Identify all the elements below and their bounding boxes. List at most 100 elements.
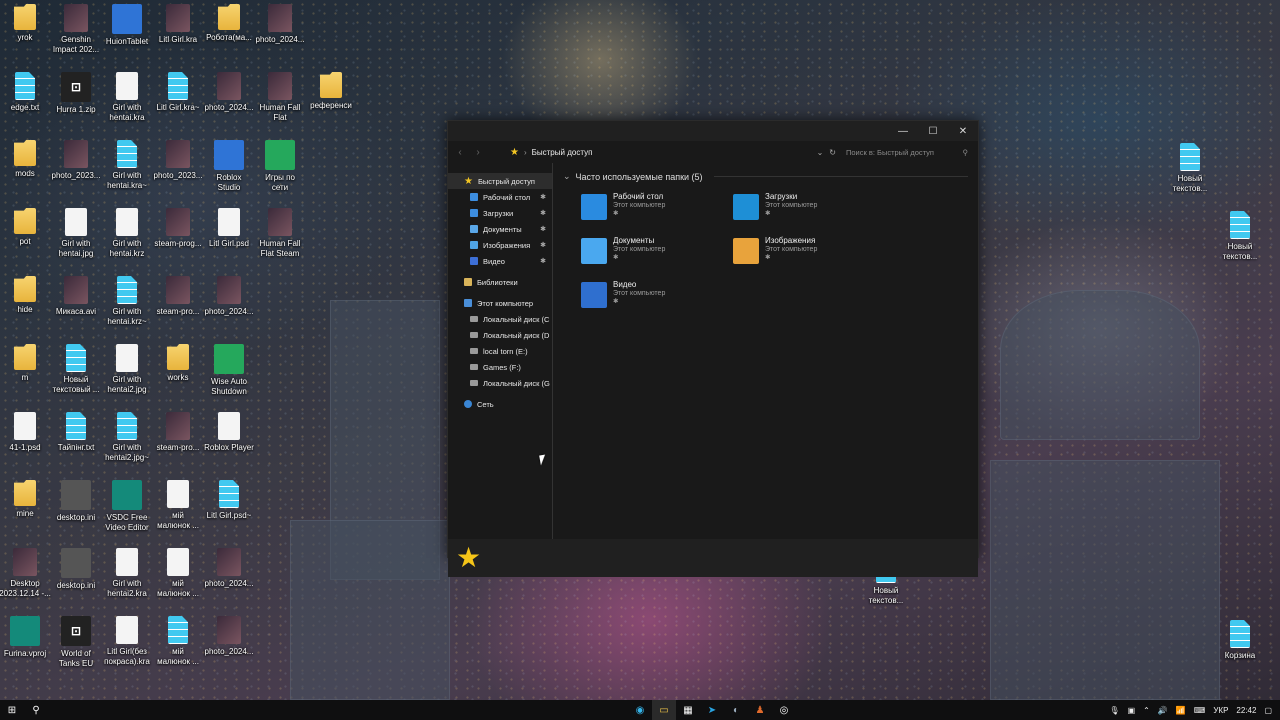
desktop-icon-label: Новый текстов... (868, 586, 904, 605)
file-explorer-window[interactable]: — ☐ ✕ ‹ › ★ › Быстрый доступ ⌄ ↻ Поиск в… (447, 120, 979, 577)
clock[interactable]: 22:42 (1236, 706, 1256, 715)
nav-pinned-item[interactable]: Изображения ✱ (448, 237, 552, 253)
app-icon[interactable]: ♟ (748, 700, 772, 720)
language-indicator[interactable]: УКР (1213, 706, 1228, 715)
close-button[interactable]: ✕ (948, 121, 978, 141)
folder-tile[interactable]: Рабочий стол Этот компьютер ✱ (581, 192, 733, 228)
nav-drive-item[interactable]: Локальный диск (C (448, 311, 552, 327)
desktop-icon-label: Girl with hentai.jpg (58, 239, 94, 258)
nav-drive-item[interactable]: Локальный диск (G (448, 375, 552, 391)
desktop-icon[interactable]: photo_2024... (199, 276, 259, 317)
nav-network[interactable]: Сеть (448, 396, 552, 412)
pin-icon[interactable]: ✱ (540, 241, 546, 249)
folder-icon (733, 194, 759, 220)
desktop-icon[interactable]: Новый текстов... (1210, 211, 1270, 262)
pic-file-icon (268, 208, 292, 236)
desktop-icon[interactable]: референси (301, 72, 361, 111)
start-button-windows-icon[interactable]: ⊞ (0, 700, 24, 720)
nav-label: Сеть (477, 399, 494, 409)
pin-icon[interactable]: ✱ (540, 257, 546, 265)
nav-libraries[interactable]: Библиотеки (448, 274, 552, 290)
wallpaper-building (990, 460, 1220, 700)
obs-icon[interactable]: ◎ (772, 700, 796, 720)
dark-file-icon: ⊡ (61, 72, 91, 102)
nav-pinned-item[interactable]: Документы ✱ (448, 221, 552, 237)
notifications-icon[interactable]: ▢ (1264, 706, 1272, 715)
desktop-icon[interactable]: photo_2024... (250, 4, 310, 45)
desktop-icon[interactable]: Wise Auto Shutdown (199, 344, 259, 397)
folder-tile[interactable]: Загрузки Этот компьютер ✱ (733, 192, 885, 228)
nav-this-pc[interactable]: Этот компьютер (448, 295, 552, 311)
folder-icon (470, 209, 478, 217)
file-explorer-icon[interactable]: ▭ (652, 700, 676, 720)
desktop-icon[interactable]: Новый текстов... (1160, 143, 1220, 194)
wallpaper-building (1000, 290, 1200, 440)
nav-pinned-item[interactable]: Загрузки ✱ (448, 205, 552, 221)
folder-tile[interactable]: Документы Этот компьютер ✱ (581, 236, 733, 272)
pic-file-icon (166, 276, 190, 304)
edge-icon[interactable]: ◉ (628, 700, 652, 720)
folder-name: Документы (613, 236, 655, 245)
desktop-icon[interactable]: Human Fall Flat Steam (250, 208, 310, 259)
search-icon[interactable]: ⚲ (24, 700, 48, 720)
maximize-button[interactable]: ☐ (918, 121, 948, 141)
desktop-icon-label: mods (15, 169, 35, 178)
keyboard-icon[interactable]: ⌨ (1194, 706, 1206, 715)
nav-drive-item[interactable]: Games (F:) (448, 359, 552, 375)
desktop-icon-label: Desktop 2023.12.14 -... (0, 579, 51, 598)
desktop-icon-label: mine (16, 509, 34, 518)
nav-pinned-item[interactable]: Видео ✱ (448, 253, 552, 269)
folder-icon (470, 257, 478, 265)
drive-icon (470, 316, 478, 322)
white-file-icon (218, 412, 240, 440)
tray-icon[interactable]: ▣ (1128, 706, 1136, 715)
title-bar[interactable]: — ☐ ✕ (448, 121, 978, 141)
minimize-button[interactable]: — (888, 121, 918, 141)
folder-location: Этот компьютер (613, 202, 666, 209)
white-file-icon (116, 208, 138, 236)
pic-file-icon (64, 140, 88, 168)
desktop-icon[interactable]: Litl Girl.psd~ (199, 480, 259, 521)
nav-drive-item[interactable]: Локальный диск (D (448, 327, 552, 343)
desktop-icon[interactable]: Игры по сети (250, 140, 310, 193)
desktop-icon[interactable]: photo_2024... (199, 616, 259, 657)
desktop-icon-label: Human Fall Flat Steam (259, 239, 301, 258)
nav-quick-access[interactable]: ★ Быстрый доступ (448, 173, 552, 189)
pin-icon[interactable]: ✱ (540, 193, 546, 201)
desktop-icon[interactable]: Roblox Player (199, 412, 259, 453)
desktop-icon-label: desktop.ini (56, 581, 96, 590)
chevron-down-icon[interactable]: ⌄ (817, 148, 824, 157)
desktop-icon[interactable]: Корзина (1210, 620, 1270, 661)
telegram-icon[interactable]: ➤ (700, 700, 724, 720)
nav-pinned-item[interactable]: Рабочий стол ✱ (448, 189, 552, 205)
desktop-icon-label: photo_2024... (204, 579, 254, 588)
folder-name: Загрузки (765, 192, 798, 201)
pin-icon[interactable]: ✱ (540, 209, 546, 217)
pic-file-icon (64, 4, 88, 32)
search-input[interactable]: Поиск в: Быстрый доступ ⚲ (842, 144, 972, 160)
folder-tile[interactable]: Изображения Этот компьютер ✱ (733, 236, 885, 272)
microphone-icon[interactable]: 🎙 (1109, 706, 1119, 715)
steam-icon[interactable]: ◐ (724, 700, 748, 720)
pic-file-icon (166, 140, 190, 168)
star-icon: ★ (464, 175, 473, 187)
forward-arrow-icon[interactable]: › (472, 147, 484, 158)
folder-tile[interactable]: Видео Этот компьютер ✱ (581, 280, 733, 316)
volume-icon[interactable]: 🔊 (1158, 706, 1168, 715)
desktop-icon-label: steam-pro... (156, 443, 200, 452)
network-icon[interactable]: 📶 (1176, 706, 1186, 715)
doc-file-icon (66, 412, 86, 440)
nav-drive-item[interactable]: local torn (E:) (448, 343, 552, 359)
frequent-folders-header[interactable]: ⌄ Часто используемые папки (5) (563, 171, 968, 182)
pin-icon: ✱ (765, 210, 771, 217)
desktop-icon-label: Roblox Player (204, 443, 254, 452)
chevron-up-icon[interactable]: ⌃ (1143, 706, 1150, 715)
address-field[interactable]: ★ › Быстрый доступ (510, 147, 811, 158)
desktop-icon-label: Hurra 1.zip (56, 105, 96, 114)
folder-icon (581, 238, 607, 264)
desktop-icon[interactable]: photo_2024... (199, 548, 259, 589)
store-icon[interactable]: ▦ (676, 700, 700, 720)
refresh-icon[interactable]: ↻ (829, 148, 836, 157)
back-arrow-icon[interactable]: ‹ (454, 147, 466, 158)
pin-icon[interactable]: ✱ (540, 225, 546, 233)
